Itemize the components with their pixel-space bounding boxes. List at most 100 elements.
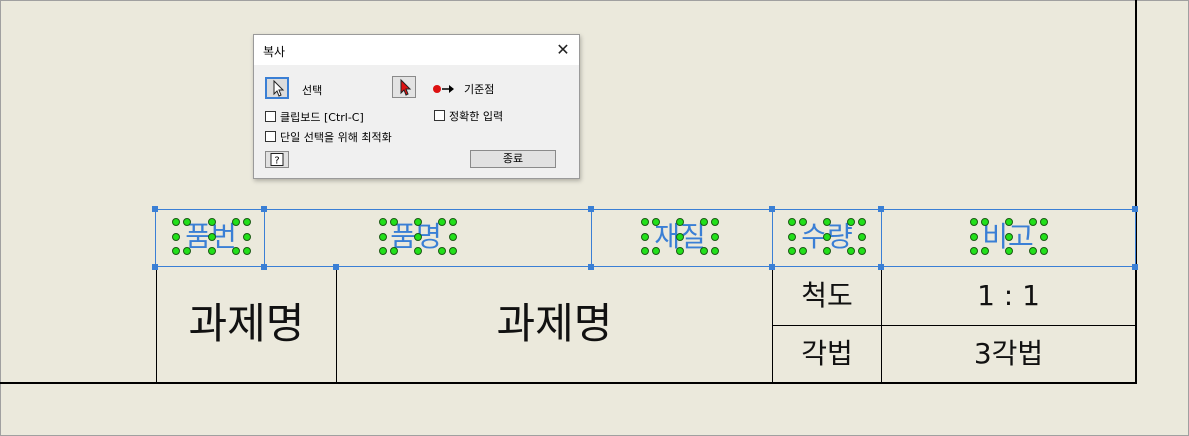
grip-point[interactable]: [799, 218, 807, 226]
grip-point[interactable]: [1005, 247, 1013, 255]
grip-point[interactable]: [232, 247, 240, 255]
grip-point[interactable]: [1040, 218, 1048, 226]
grip-point[interactable]: [208, 233, 216, 241]
grip-point[interactable]: [449, 218, 457, 226]
selection-handle[interactable]: [588, 206, 594, 212]
selection-handle[interactable]: [878, 206, 884, 212]
grip-point[interactable]: [1005, 218, 1013, 226]
grip-point[interactable]: [847, 247, 855, 255]
grip-point[interactable]: [183, 247, 191, 255]
project-name: 과제명: [496, 299, 613, 348]
grip-point[interactable]: [414, 218, 422, 226]
optimize-label: 단일 선택을 위해 최적화: [280, 131, 392, 144]
grip-point[interactable]: [711, 218, 719, 226]
grip-point[interactable]: [641, 218, 649, 226]
clipboard-checkbox[interactable]: [265, 111, 276, 122]
grip-point[interactable]: [172, 218, 180, 226]
selection-handle[interactable]: [333, 264, 339, 270]
grip-point[interactable]: [858, 247, 866, 255]
grip-point[interactable]: [823, 233, 831, 241]
grip-point[interactable]: [788, 233, 796, 241]
header-row-left-line[interactable]: [155, 209, 156, 267]
precise-input-checkbox[interactable]: [434, 110, 445, 121]
grip-point[interactable]: [652, 218, 660, 226]
grip-point[interactable]: [700, 247, 708, 255]
header-row-divider-3[interactable]: [772, 209, 773, 267]
grip-point[interactable]: [208, 218, 216, 226]
selection-handle[interactable]: [261, 206, 267, 212]
grip-point[interactable]: [981, 247, 989, 255]
grip-point[interactable]: [823, 247, 831, 255]
grip-point[interactable]: [981, 218, 989, 226]
grip-point[interactable]: [676, 233, 684, 241]
grip-point[interactable]: [172, 247, 180, 255]
grip-point[interactable]: [676, 247, 684, 255]
border-right-line: [1135, 0, 1137, 384]
select-button[interactable]: [265, 77, 289, 99]
grip-point[interactable]: [243, 218, 251, 226]
help-button[interactable]: ?: [265, 151, 289, 168]
projection-label: 각법: [801, 337, 853, 370]
grip-point[interactable]: [243, 247, 251, 255]
header-row-divider-1[interactable]: [264, 209, 265, 267]
grip-point[interactable]: [379, 247, 387, 255]
selection-handle[interactable]: [878, 264, 884, 270]
grip-point[interactable]: [379, 233, 387, 241]
grip-point[interactable]: [858, 218, 866, 226]
grip-point[interactable]: [390, 218, 398, 226]
selection-handle[interactable]: [152, 264, 158, 270]
optimize-checkbox[interactable]: [265, 131, 276, 142]
grip-point[interactable]: [449, 247, 457, 255]
header-row-right-line[interactable]: [1135, 209, 1136, 267]
close-icon[interactable]: ✕: [553, 40, 573, 60]
grip-point[interactable]: [183, 218, 191, 226]
grip-point[interactable]: [641, 233, 649, 241]
grip-point[interactable]: [379, 218, 387, 226]
selection-handle[interactable]: [1132, 264, 1138, 270]
grip-point[interactable]: [208, 247, 216, 255]
grip-point[interactable]: [1029, 247, 1037, 255]
dialog-titlebar[interactable]: 복사 ✕: [254, 35, 579, 65]
grip-point[interactable]: [414, 247, 422, 255]
grip-point[interactable]: [858, 233, 866, 241]
grip-point[interactable]: [788, 247, 796, 255]
header-row-bottom-line[interactable]: [155, 266, 1136, 267]
grip-point[interactable]: [970, 218, 978, 226]
grip-point[interactable]: [449, 233, 457, 241]
selection-handle[interactable]: [769, 264, 775, 270]
grip-point[interactable]: [652, 247, 660, 255]
header-row-divider-2[interactable]: [591, 209, 592, 267]
selection-handle[interactable]: [1132, 206, 1138, 212]
selection-handle[interactable]: [261, 264, 267, 270]
grip-point[interactable]: [799, 247, 807, 255]
copy-dialog[interactable]: 복사 ✕ 선택 기준점 클립보드 [Ctrl-C] 정확한 입력 단일 선택을 …: [253, 34, 580, 179]
grip-point[interactable]: [1005, 233, 1013, 241]
basepoint-button[interactable]: [392, 76, 416, 98]
grip-point[interactable]: [232, 218, 240, 226]
grip-point[interactable]: [970, 247, 978, 255]
header-row-top-line[interactable]: [155, 209, 1136, 210]
grip-point[interactable]: [711, 233, 719, 241]
grip-point[interactable]: [243, 233, 251, 241]
selection-handle[interactable]: [588, 264, 594, 270]
grip-point[interactable]: [172, 233, 180, 241]
close-button[interactable]: 종료: [470, 150, 556, 168]
grip-point[interactable]: [438, 218, 446, 226]
grip-point[interactable]: [711, 247, 719, 255]
grip-point[interactable]: [847, 218, 855, 226]
header-row-divider-4[interactable]: [881, 209, 882, 267]
grip-point[interactable]: [823, 218, 831, 226]
grip-point[interactable]: [1040, 247, 1048, 255]
grip-point[interactable]: [700, 218, 708, 226]
grip-point[interactable]: [788, 218, 796, 226]
grip-point[interactable]: [390, 247, 398, 255]
grip-point[interactable]: [1040, 233, 1048, 241]
grip-point[interactable]: [1029, 218, 1037, 226]
grip-point[interactable]: [676, 218, 684, 226]
grip-point[interactable]: [414, 233, 422, 241]
grip-point[interactable]: [641, 247, 649, 255]
grip-point[interactable]: [438, 247, 446, 255]
selection-handle[interactable]: [152, 206, 158, 212]
grip-point[interactable]: [970, 233, 978, 241]
selection-handle[interactable]: [769, 206, 775, 212]
